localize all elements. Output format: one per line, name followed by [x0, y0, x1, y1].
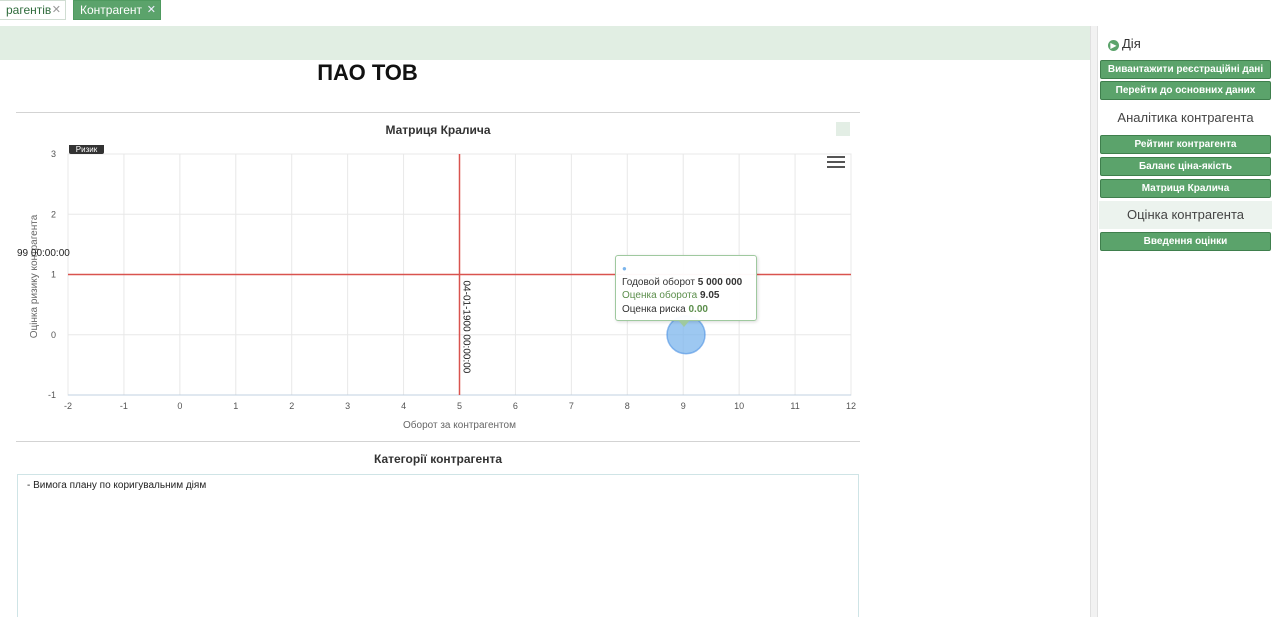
x-tick-label: 8: [625, 401, 630, 411]
x-tick-label: 11: [790, 401, 799, 411]
categories-title: Категорії контрагента: [373, 452, 502, 466]
panel-splitter[interactable]: [1090, 26, 1098, 617]
kralich-matrix-button[interactable]: Матриця Кралича: [1100, 179, 1271, 198]
chevron-right-icon: ▶: [1108, 40, 1119, 51]
divider: [16, 112, 860, 113]
tab-label: Контрагент: [80, 3, 143, 17]
action-header-label: Дія: [1122, 36, 1141, 51]
tooltip-label: Оценка риска: [622, 303, 686, 315]
categories-text: - Вимога плану по коригувальним діям: [27, 480, 207, 491]
x-plotline-label: 04-01-1900 00:00:00: [461, 281, 472, 374]
divider: [16, 441, 860, 442]
evaluation-group-header[interactable]: Оцінка контрагента: [1099, 201, 1272, 229]
tooltip-label: Оценка оборота: [622, 290, 698, 301]
tooltip-label: Годовой оборот: [622, 276, 695, 288]
tooltip-line: Оценка риска 0.00: [622, 303, 750, 317]
tab-label: рагентів: [6, 3, 52, 17]
x-tick-label: 7: [569, 401, 574, 411]
x-tick-label: 10: [734, 401, 744, 411]
tooltip-line: Годовой оборот 5 000 000: [622, 276, 750, 290]
x-tick-label: 1: [233, 401, 238, 411]
action-header[interactable]: ▶ Дія: [1108, 36, 1141, 51]
tooltip-arrow: [678, 320, 690, 327]
x-tick-label: 6: [513, 401, 518, 411]
y-tick-label: 2: [51, 209, 56, 219]
x-tick-label: 3: [345, 401, 350, 411]
x-tick-label: -1: [120, 401, 128, 411]
x-tick-label: -2: [64, 401, 72, 411]
tooltip-value: 9.05: [699, 290, 720, 301]
tooltip-value: 5 000 000: [697, 276, 743, 288]
tab-counterparties[interactable]: рагентів ✕: [0, 0, 66, 20]
enter-evaluation-button[interactable]: Введення оцінки: [1100, 232, 1271, 251]
goto-main-data-button[interactable]: Перейти до основних даних: [1100, 81, 1271, 100]
y-tick-label: 1: [51, 270, 56, 280]
rating-button[interactable]: Рейтинг контрагента: [1100, 135, 1271, 154]
x-tick-label: 5: [457, 401, 462, 411]
chart-menu-icon[interactable]: [827, 156, 845, 170]
y-tick-label: 0: [51, 330, 56, 340]
x-tick-label: 4: [401, 401, 406, 411]
y-tick-label: 3: [51, 149, 56, 159]
series-dot-icon: ●: [622, 264, 627, 273]
company-name: ПАО ТОВ: [317, 60, 418, 85]
tooltip-line: Оценка оборота 9.05: [622, 289, 750, 303]
close-icon[interactable]: ✕: [52, 1, 61, 19]
x-tick-label: 9: [681, 401, 686, 411]
analytics-group-header[interactable]: Аналітика контрагента: [1099, 104, 1272, 132]
x-tick-label: 2: [289, 401, 294, 411]
y-axis-title: Оцінка ризику контрагента: [29, 214, 40, 338]
close-icon[interactable]: ✕: [147, 1, 156, 19]
tooltip-value: 0.00: [688, 303, 708, 315]
x-axis-title: Оборот за контрагентом: [403, 419, 516, 431]
tab-bar: рагентів ✕ Контрагент ✕: [0, 0, 1280, 22]
y-plotline-label: 99 00:00:00: [17, 248, 70, 259]
x-tick-label: 12: [846, 401, 856, 411]
export-registration-button[interactable]: Вивантажити реєстраційні дані: [1100, 60, 1271, 79]
point-tooltip: ● Годовой оборот 5 000 000 Оценка оборот…: [615, 255, 757, 321]
price-quality-button[interactable]: Баланс ціна-якість: [1100, 157, 1271, 176]
tab-counterparty[interactable]: Контрагент ✕: [73, 0, 161, 20]
x-tick-label: 0: [177, 401, 182, 411]
toolbar-band: [0, 26, 1090, 60]
y-tick-label: -1: [48, 390, 56, 400]
risk-tag: Ризик: [69, 145, 104, 154]
categories-box: - Вимога плану по коригувальним діям: [17, 474, 859, 617]
